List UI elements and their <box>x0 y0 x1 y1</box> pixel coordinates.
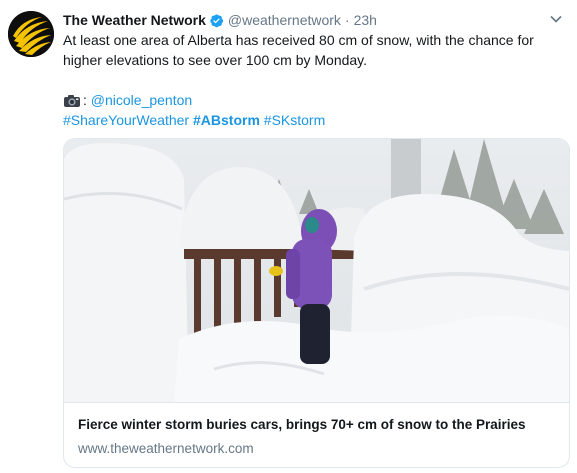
hashtag-link[interactable]: #ShareYourWeather <box>63 112 189 128</box>
mention-link[interactable]: @nicole_penton <box>91 90 192 110</box>
verified-badge-icon <box>209 13 224 28</box>
hashtag-link[interactable]: #ABstorm <box>193 112 260 128</box>
card-title[interactable]: Fierce winter storm buries cars, brings … <box>78 417 526 432</box>
separator-dot: · <box>344 12 350 28</box>
link-card[interactable]: Fierce winter storm buries cars, brings … <box>63 138 570 468</box>
photo-credit-prefix: : <box>83 92 87 108</box>
card-domain[interactable]: www.theweathernetwork.com <box>78 441 254 456</box>
hashtags: #ShareYourWeather #ABstorm #SKstorm <box>63 110 563 130</box>
avatar[interactable] <box>8 11 54 57</box>
weather-network-logo <box>8 11 54 57</box>
card-meta: Fierce winter storm buries cars, brings … <box>64 402 569 467</box>
camera-emoji-icon <box>63 93 81 107</box>
tweet-text: At least one area of Alberta has receive… <box>63 30 563 130</box>
tweet-header: The Weather Network @weathernetwork · 23… <box>63 10 563 30</box>
tweet-text-line: At least one area of Alberta has receive… <box>63 32 534 48</box>
author-handle[interactable]: @weathernetwork <box>228 12 341 28</box>
photo-credit: : @nicole_penton <box>63 90 563 110</box>
card-image <box>64 139 569 402</box>
hashtag-link[interactable]: #SKstorm <box>264 112 325 128</box>
tweet-timestamp[interactable]: 23h <box>354 12 377 28</box>
chevron-down-icon[interactable] <box>549 12 563 26</box>
tweet-text-line: higher elevations to see over 100 cm by … <box>63 52 368 68</box>
author-name[interactable]: The Weather Network <box>63 12 206 28</box>
